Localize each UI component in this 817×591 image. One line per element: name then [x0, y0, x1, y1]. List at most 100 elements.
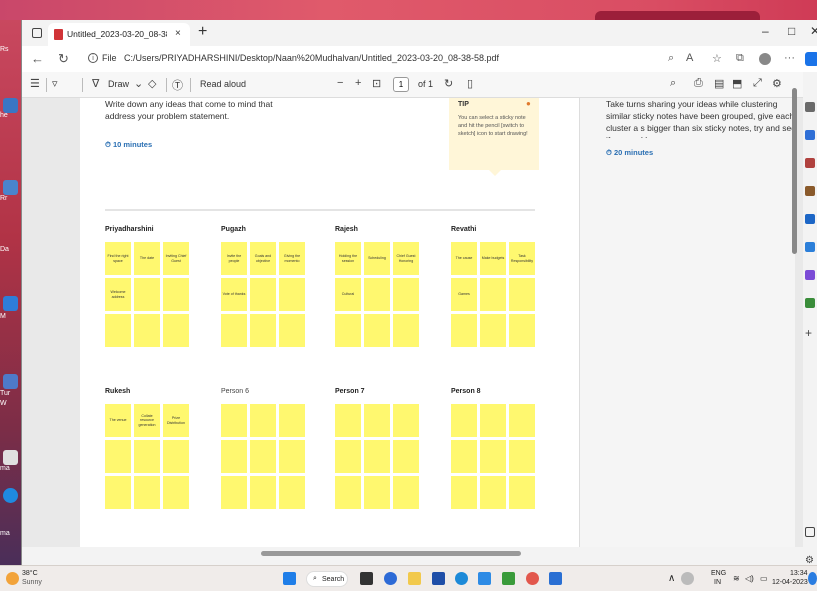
find-icon[interactable]: ⌕ [670, 77, 676, 90]
sticky-note[interactable]: Giving the momento [279, 242, 305, 275]
sticky-note[interactable]: Welcome address [105, 278, 131, 311]
sticky-note[interactable]: The cause [451, 242, 477, 275]
minimize-button[interactable]: – [762, 24, 769, 38]
sticky-note[interactable] [335, 404, 361, 437]
url-text[interactable]: C:/Users/PRIYADHARSHINI/Desktop/Naan%20M… [124, 53, 499, 63]
sticky-note[interactable] [279, 314, 305, 347]
app-icon[interactable] [478, 572, 491, 585]
sticky-note[interactable] [509, 476, 535, 509]
new-tab-button[interactable]: + [198, 23, 207, 41]
sticky-note[interactable] [335, 476, 361, 509]
url-field[interactable]: i File C:/Users/PRIYADHARSHINI/Desktop/N… [88, 49, 688, 69]
horizontal-scrollbar-thumb[interactable] [261, 551, 521, 556]
sun-icon[interactable] [6, 572, 19, 585]
sticky-note[interactable] [134, 278, 160, 311]
sticky-note[interactable]: Invite the people [221, 242, 247, 275]
sticky-note[interactable]: Scheduling [364, 242, 390, 275]
back-arrow-icon[interactable]: ← [31, 51, 44, 66]
sticky-note[interactable]: Vote of thanks [221, 278, 247, 311]
sidebar-toggle-icon[interactable] [805, 527, 815, 537]
sticky-note[interactable] [393, 476, 419, 509]
sticky-note[interactable] [105, 476, 131, 509]
chat-icon[interactable] [384, 572, 397, 585]
sticky-note[interactable] [480, 314, 506, 347]
sticky-note[interactable] [221, 476, 247, 509]
cloud-icon[interactable] [681, 572, 694, 585]
sticky-note[interactable]: Cultural [335, 278, 361, 311]
sticky-note[interactable] [250, 440, 276, 473]
more-options-icon[interactable]: ··· [784, 52, 795, 64]
sticky-note[interactable] [509, 314, 535, 347]
sticky-note[interactable]: Task Responsibility [509, 242, 535, 275]
sticky-note[interactable] [221, 440, 247, 473]
sticky-note[interactable]: Find the right space [105, 242, 131, 275]
clock-date[interactable]: 12-04-2023 [772, 579, 808, 586]
sticky-note[interactable] [105, 314, 131, 347]
sticky-note[interactable] [480, 404, 506, 437]
desktop-shortcut-icon[interactable] [3, 450, 18, 465]
sticky-note[interactable] [250, 404, 276, 437]
task-view-icon[interactable] [360, 572, 373, 585]
sticky-note[interactable] [509, 404, 535, 437]
fullscreen-icon[interactable]: ⤢ [753, 77, 762, 90]
drop-icon[interactable] [805, 270, 815, 280]
edge-icon[interactable] [455, 572, 468, 585]
games-icon[interactable] [805, 186, 815, 196]
sticky-note[interactable] [451, 314, 477, 347]
sticky-note[interactable] [364, 404, 390, 437]
sticky-note[interactable]: Holding the session [335, 242, 361, 275]
rotate-icon[interactable]: ↻ [444, 77, 453, 90]
sticky-note[interactable] [105, 440, 131, 473]
sticky-note[interactable] [335, 440, 361, 473]
sticky-note[interactable] [221, 404, 247, 437]
save-icon[interactable]: ▤ [714, 77, 724, 90]
sticky-note[interactable] [364, 278, 390, 311]
outlook-icon[interactable] [549, 572, 562, 585]
sticky-note[interactable]: The date [134, 242, 160, 275]
contents-icon[interactable]: ☰ [30, 77, 40, 90]
sticky-note[interactable] [250, 314, 276, 347]
store-icon[interactable] [432, 572, 445, 585]
sticky-note[interactable] [393, 440, 419, 473]
zoom-in-button[interactable]: + [355, 77, 361, 89]
tab-close-button[interactable]: × [175, 28, 181, 39]
sticky-note[interactable] [451, 404, 477, 437]
sticky-note[interactable] [279, 278, 305, 311]
sticky-note[interactable] [335, 314, 361, 347]
info-icon[interactable]: i [88, 53, 98, 63]
chevron-up-icon[interactable]: ∧ [668, 573, 675, 584]
highlight-icon[interactable]: ▿ [52, 77, 58, 90]
battery-icon[interactable]: ▭ [760, 574, 768, 583]
profile-avatar[interactable] [759, 53, 771, 65]
sticky-note[interactable] [279, 440, 305, 473]
sticky-note[interactable] [509, 440, 535, 473]
draw-label[interactable]: Draw [108, 79, 129, 89]
desktop-shortcut-icon[interactable] [3, 374, 18, 389]
taskbar-search[interactable]: ⌕ Search [306, 571, 348, 587]
notification-icon[interactable] [808, 572, 817, 585]
favorite-star-icon[interactable]: ☆ [712, 52, 722, 65]
weather-temp[interactable]: 38°C [22, 570, 38, 577]
tools-icon[interactable] [805, 158, 815, 168]
fit-page-icon[interactable]: ⊡ [372, 77, 381, 90]
sticky-note[interactable] [279, 476, 305, 509]
file-explorer-icon[interactable] [408, 572, 421, 585]
tab-actions-icon[interactable] [32, 28, 42, 38]
sticky-note[interactable] [364, 314, 390, 347]
sticky-note[interactable] [279, 404, 305, 437]
sticky-note[interactable] [451, 440, 477, 473]
shopping-icon[interactable] [805, 130, 815, 140]
sticky-note[interactable] [221, 314, 247, 347]
read-mode-icon[interactable]: A [686, 52, 693, 64]
print-icon[interactable]: ⎙ [694, 77, 703, 90]
desktop-shortcut-icon[interactable] [3, 296, 18, 311]
browser-tab[interactable]: Untitled_2023-03-20_08-38-58.p × [48, 23, 190, 46]
sticky-note[interactable]: Prize Distribution [163, 404, 189, 437]
clock-time[interactable]: 13:34 [790, 570, 808, 577]
sticky-note[interactable] [364, 440, 390, 473]
sticky-note[interactable] [250, 278, 276, 311]
office-icon[interactable] [805, 214, 815, 224]
sticky-note[interactable] [163, 440, 189, 473]
close-window-button[interactable]: ✕ [810, 24, 817, 38]
sticky-note[interactable]: Goals and objective [250, 242, 276, 275]
